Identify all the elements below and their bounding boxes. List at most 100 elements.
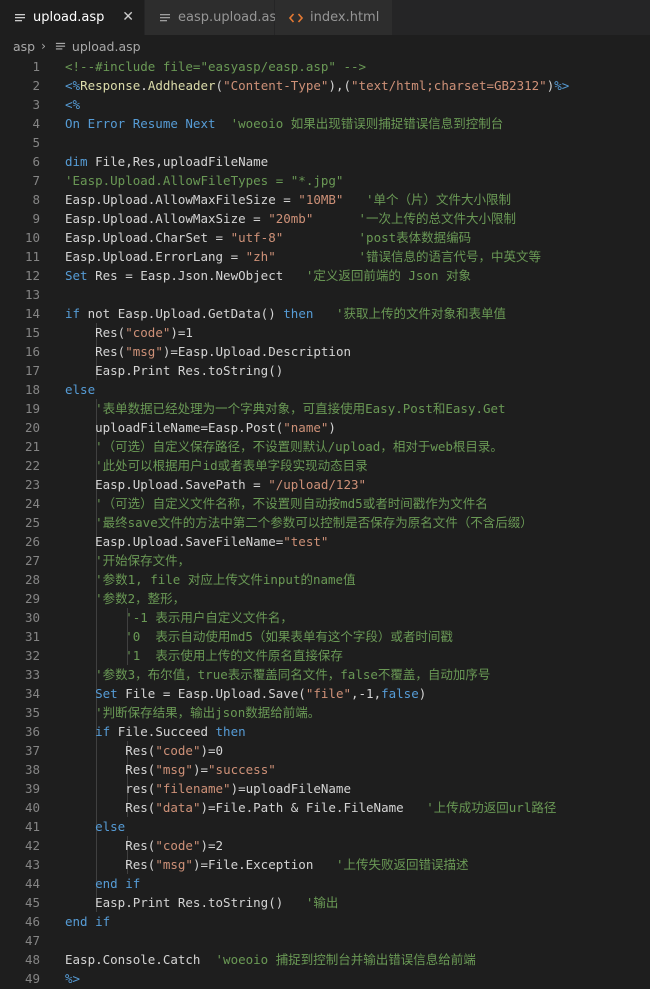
chevron-right-icon: › xyxy=(41,39,46,53)
code-text: Res("code")=2 xyxy=(65,836,223,855)
code-line[interactable]: 28 '参数1, file 对应上传文件input的name值 xyxy=(0,570,650,589)
code-line[interactable]: 2 <%Response.Addheader("Content-Type"),("… xyxy=(0,76,650,95)
code-token: end if xyxy=(65,914,111,929)
code-line[interactable]: 16 Res("msg")=Easp.Upload.Description xyxy=(0,342,650,361)
code-token: )=File.Path & File.FileName xyxy=(200,800,427,815)
code-line[interactable]: 24 '（可选）自定义文件名称，不设置则自动按md5或者时间戳作为文件名 xyxy=(0,494,650,513)
code-token: <!--#include file="easyasp/easp.asp" --> xyxy=(65,59,367,74)
code-text: Res("code")=1 xyxy=(65,323,193,342)
line-number: 2 xyxy=(32,78,40,93)
code-line[interactable]: 38 Res("msg")="success" xyxy=(0,760,650,779)
lines-icon xyxy=(14,12,26,24)
code-token: . xyxy=(140,78,148,93)
code-token: <% xyxy=(65,97,81,112)
code-line[interactable]: 36 if File.Succeed then xyxy=(0,722,650,741)
line-number: 18 xyxy=(24,382,40,397)
code-token: '表单数据已经处理为一个字典对象，可直接使用Easy.Post和Easy.Get xyxy=(95,401,506,416)
code-line[interactable]: 11 Easp.Upload.ErrorLang = "zh" '错误信息的语言代… xyxy=(0,247,650,266)
code-line[interactable]: 49 %> xyxy=(0,969,650,988)
code-line[interactable]: 3 <% xyxy=(0,95,650,114)
code-line[interactable]: 8 Easp.Upload.AllowMaxFileSize = "10MB" '… xyxy=(0,190,650,209)
code-line[interactable]: 18 else xyxy=(0,380,650,399)
code-line[interactable]: 12 Set Res = Easp.Json.NewObject '定义返回前端的… xyxy=(0,266,650,285)
code-line[interactable]: 41 else xyxy=(0,817,650,836)
code-token: "utf-8" xyxy=(230,230,284,245)
tab-upload-asp[interactable]: upload.asp ✕ xyxy=(0,0,145,35)
code-line[interactable]: 37 Res("code")=0 xyxy=(0,741,650,760)
code-line[interactable]: 32 '1 表示使用上传的文件原名直接保存 xyxy=(0,646,650,665)
code-text: '参数1, file 对应上传文件input的name值 xyxy=(65,570,355,589)
code-line[interactable]: 4 On Error Resume Next 'woeoio 如果出现错误则捕捉错… xyxy=(0,114,650,133)
code-token: '开始保存文件， xyxy=(95,553,191,568)
code-line[interactable]: 5 xyxy=(0,133,650,152)
code-token: )=0 xyxy=(200,743,224,758)
breadcrumb: asp › upload.asp xyxy=(0,35,650,57)
code-line[interactable]: 23 Easp.Upload.SavePath = "/upload/123" xyxy=(0,475,650,494)
breadcrumb-folder[interactable]: asp xyxy=(13,39,35,54)
line-number: 43 xyxy=(24,857,40,872)
code-line[interactable]: 44 end if xyxy=(0,874,650,893)
code-line[interactable]: 19 '表单数据已经处理为一个字典对象，可直接使用Easy.Post和Easy.… xyxy=(0,399,650,418)
close-icon[interactable]: ✕ xyxy=(122,9,134,25)
code-token: "file" xyxy=(305,686,351,701)
code-line[interactable]: 6 dim File,Res,uploadFileName xyxy=(0,152,650,171)
code-line[interactable]: 13 xyxy=(0,285,650,304)
code-line[interactable]: 47 xyxy=(0,931,650,950)
line-number: 26 xyxy=(24,534,40,549)
code-text: <% xyxy=(65,95,80,114)
code-line[interactable]: 27 '开始保存文件， xyxy=(0,551,650,570)
code-line[interactable]: 33 '参数3，布尔值，true表示覆盖同名文件，false不覆盖，自动加序号 xyxy=(0,665,650,684)
line-number: 1 xyxy=(32,59,40,74)
code-editor[interactable]: 1 <!--#include file="easyasp/easp.asp" --… xyxy=(0,57,650,989)
code-line[interactable]: 46 end if xyxy=(0,912,650,931)
code-line[interactable]: 9 Easp.Upload.AllowMaxSize = "20mb" '一次上传… xyxy=(0,209,650,228)
code-token: ( xyxy=(215,78,224,93)
code-line[interactable]: 22 '此处可以根据用户id或者表单字段实现动态目录 xyxy=(0,456,650,475)
code-line[interactable]: 42 Res("code")=2 xyxy=(0,836,650,855)
code-token: File,Res,uploadFileName xyxy=(87,154,269,169)
code-text: Set File = Easp.Upload.Save("file",-1,fa… xyxy=(65,684,426,703)
code-token: Easp.Console.Catch xyxy=(65,952,216,967)
code-token: )= xyxy=(192,762,209,777)
code-line[interactable]: 43 Res("msg")=File.Exception '上传失败返回错误描述 xyxy=(0,855,650,874)
code-line[interactable]: 1 <!--#include file="easyasp/easp.asp" --… xyxy=(0,57,650,76)
code-line[interactable]: 48 Easp.Console.Catch 'woeoio 捕捉到控制台并输出错误… xyxy=(0,950,650,969)
breadcrumb-file[interactable]: upload.asp xyxy=(72,39,141,54)
code-token: '1 表示使用上传的文件原名直接保存 xyxy=(125,648,343,663)
code-line[interactable]: 20 uploadFileName=Easp.Post("name") xyxy=(0,418,650,437)
code-line[interactable]: 29 '参数2，整形， xyxy=(0,589,650,608)
code-brackets-icon xyxy=(289,12,303,24)
code-line[interactable]: 30 '-1 表示用户自定义文件名， xyxy=(0,608,650,627)
code-token: if xyxy=(95,724,111,739)
code-line[interactable]: 35 '判断保存结果，输出json数据给前端。 xyxy=(0,703,650,722)
tab-easp-upload-asp[interactable]: easp.upload.asp xyxy=(145,0,285,35)
code-line[interactable]: 40 Res("data")=File.Path & File.FileName… xyxy=(0,798,650,817)
code-line[interactable]: 34 Set File = Easp.Upload.Save("file",-1… xyxy=(0,684,650,703)
code-line[interactable]: 26 Easp.Upload.SaveFileName="test" xyxy=(0,532,650,551)
code-token: '-1 表示用户自定义文件名， xyxy=(125,610,293,625)
code-token: false xyxy=(381,686,419,701)
line-number: 36 xyxy=(24,724,40,739)
code-line[interactable]: 21 '（可选）自定义保存路径，不设置则默认/upload，相对于web根目录。 xyxy=(0,437,650,456)
code-text: Easp.Upload.ErrorLang = "zh" '错误信息的语言代号，… xyxy=(65,247,541,266)
code-line[interactable]: 39 res("filename")=uploadFileName xyxy=(0,779,650,798)
line-number: 21 xyxy=(24,439,40,454)
line-number: 40 xyxy=(24,800,40,815)
tab-index-html[interactable]: index.html xyxy=(275,0,393,35)
code-token: )=1 xyxy=(170,325,193,340)
code-line[interactable]: 7 'Easp.Upload.AllowFileTypes = "*.jpg" xyxy=(0,171,650,190)
code-line[interactable]: 14 if not Easp.Upload.GetData() then '获取上… xyxy=(0,304,650,323)
code-token: res( xyxy=(65,781,156,796)
code-line[interactable]: 17 Easp.Print Res.toString() xyxy=(0,361,650,380)
code-token: Res( xyxy=(65,857,156,872)
code-token: Easp.Upload.CharSet = xyxy=(65,230,231,245)
code-line[interactable]: 15 Res("code")=1 xyxy=(0,323,650,342)
code-line[interactable]: 31 '0 表示自动使用md5（如果表单有这个字段）或者时间戳 xyxy=(0,627,650,646)
code-line[interactable]: 45 Easp.Print Res.toString() '输出 xyxy=(0,893,650,912)
code-line[interactable]: 25 '最终save文件的方法中第二个参数可以控制是否保存为原名文件（不含后缀） xyxy=(0,513,650,532)
code-line[interactable]: 10 Easp.Upload.CharSet = "utf-8" 'post表体数… xyxy=(0,228,650,247)
